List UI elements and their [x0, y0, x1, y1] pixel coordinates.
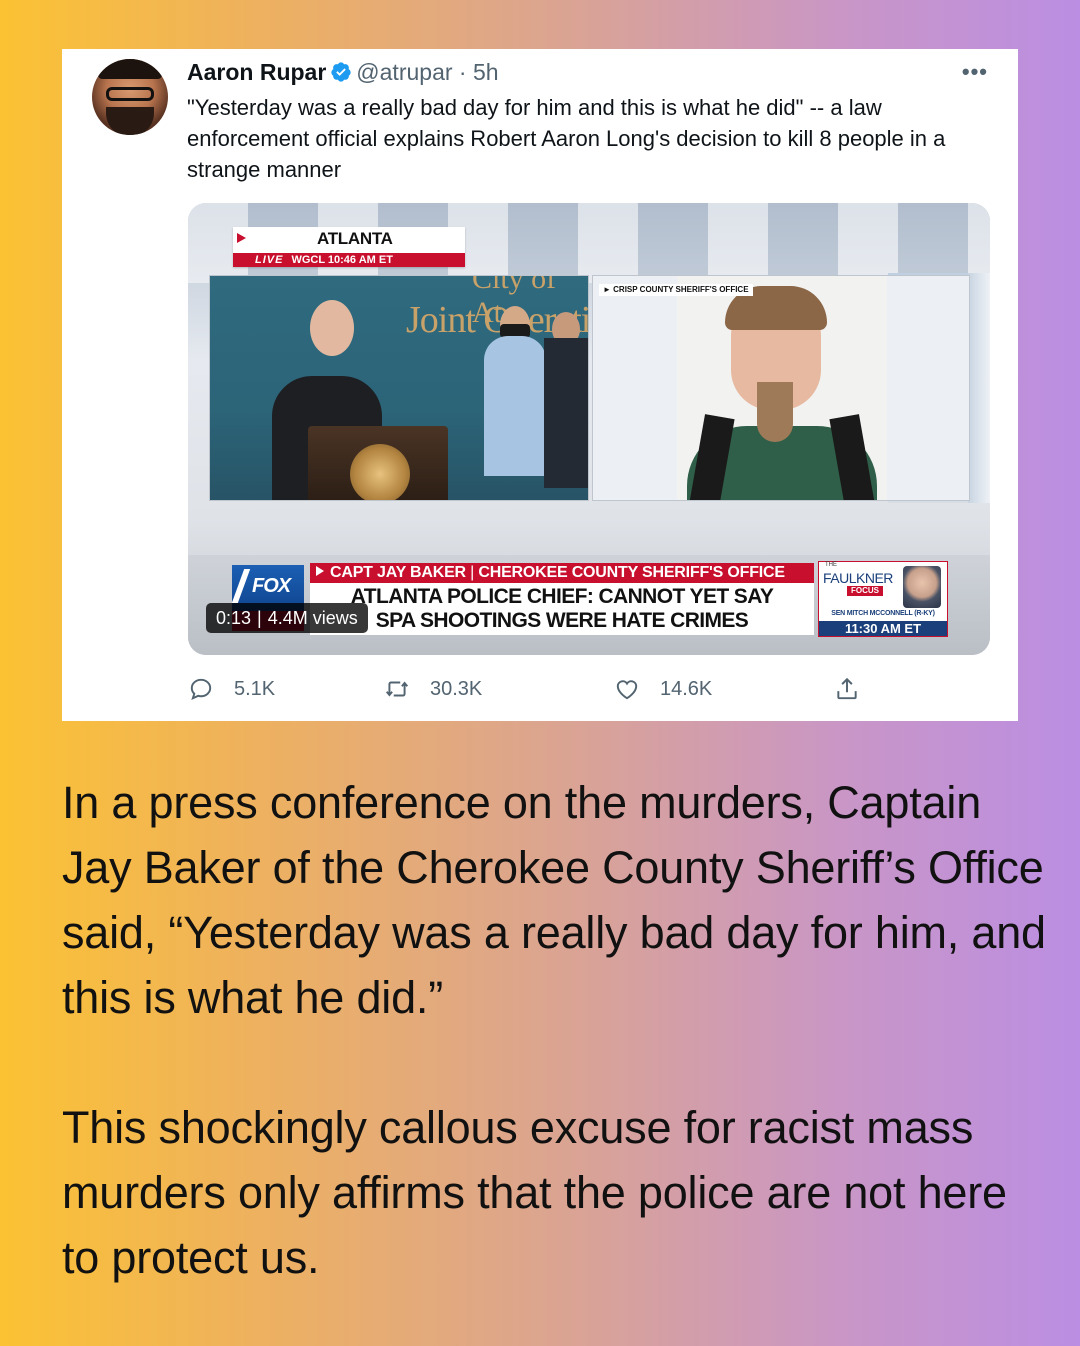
location-bar: LIVE WGCL 10:46 AM ET: [233, 253, 465, 267]
reply-button[interactable]: 5.1K: [188, 676, 275, 702]
show-focus: FOCUS: [847, 586, 883, 596]
share-button[interactable]: [834, 676, 880, 702]
show-guest: SEN MITCH MCCONNELL (R-KY): [831, 610, 935, 617]
chyron-headline: ATLANTA POLICE CHIEF: CANNOT YET SAY SPA…: [310, 583, 814, 635]
video-views: 4.4M views: [267, 608, 358, 628]
reply-count: 5.1K: [234, 677, 276, 700]
press-conference-feed: City of At Joint Operation: [209, 275, 589, 501]
mugshot-feed: ► CRISP COUNTY SHERIFF'S OFFICE: [592, 275, 970, 501]
author-handle[interactable]: @atrupar: [356, 59, 452, 85]
retweet-icon: [385, 681, 409, 697]
retweet-count: 30.3K: [430, 677, 483, 700]
author-name[interactable]: Aaron Rupar: [187, 59, 326, 85]
studio-column: [968, 273, 990, 503]
tweet-actions: 5.1K 30.3K 14.6K: [188, 676, 888, 706]
tweet-timestamp[interactable]: 5h: [473, 59, 499, 85]
mugshot-beard: [757, 382, 793, 442]
mugshot-source-label: ► CRISP COUNTY SHERIFF'S OFFICE: [599, 284, 753, 296]
caption-text: In a press conference on the murders, Ca…: [62, 770, 1052, 1290]
reply-icon: [190, 678, 212, 700]
chyron-title: CHEROKEE COUNTY SHERIFF'S OFFICE: [478, 564, 785, 581]
show-name: FAULKNER: [823, 570, 893, 586]
mugshot-source-text: CRISP COUNTY SHERIFF'S OFFICE: [613, 285, 749, 294]
logo-slash: [231, 569, 251, 603]
podium-seal: [350, 444, 410, 500]
tweet-header: Aaron Rupar @atrupar · 5h: [187, 59, 499, 86]
chyron-line-1: ATLANTA POLICE CHIEF: CANNOT YET SAY: [350, 585, 774, 608]
location-arrow-icon: [237, 233, 246, 243]
like-count: 14.6K: [660, 677, 713, 700]
share-icon: [837, 677, 857, 700]
mugshot-photo: [677, 276, 887, 500]
chyron-arrow-icon: [316, 566, 324, 576]
chyron-speaker: CAPT JAY BAKER: [330, 564, 466, 581]
like-button[interactable]: 14.6K: [614, 676, 712, 702]
avatar-hair: [98, 59, 162, 79]
show-the: THE: [825, 562, 837, 568]
location-tag: ATLANTA LIVE WGCL 10:46 AM ET: [233, 227, 465, 267]
verified-badge-icon: [331, 62, 351, 82]
video-duration-views: 0:13 | 4.4M views: [206, 603, 368, 633]
more-icon[interactable]: •••: [962, 59, 988, 85]
tweet-video[interactable]: City of At Joint Operation ► CRISP COUNT…: [188, 203, 990, 655]
location-city: ATLANTA: [317, 229, 393, 248]
show-bug: THE FAULKNER FOCUS SEN MITCH MCCONNELL (…: [818, 561, 948, 637]
tweet-card[interactable]: Aaron Rupar @atrupar · 5h ••• "Yesterday …: [62, 49, 1018, 721]
heart-icon: [616, 680, 638, 700]
caption-paragraph-2: This shockingly callous excuse for racis…: [62, 1102, 1007, 1283]
show-time: 11:30 AM ET: [819, 621, 947, 636]
retweet-button[interactable]: 30.3K: [384, 676, 482, 702]
officer-body: [484, 336, 546, 476]
chyron-speaker-bar: CAPT JAY BAKER | CHEROKEE COUNTY SHERIFF…: [310, 563, 814, 583]
badge-separator: |: [257, 608, 262, 628]
chyron-line-2: SPA SHOOTINGS WERE HATE CRIMES: [375, 609, 749, 632]
location-info: WGCL 10:46 AM ET: [291, 254, 393, 266]
speaker-head: [310, 300, 354, 356]
guest-photo: [903, 566, 941, 608]
caption-paragraph-1: In a press conference on the murders, Ca…: [62, 777, 1046, 1023]
tweet-text: "Yesterday was a really bad day for him …: [187, 95, 946, 182]
network-logo-text: FOX: [252, 575, 291, 597]
official-body: [544, 338, 588, 488]
video-duration: 0:13: [216, 608, 252, 628]
live-label: LIVE: [255, 254, 284, 266]
author-avatar[interactable]: [92, 59, 168, 135]
avatar-glasses: [106, 87, 154, 101]
chyron-separator: |: [470, 564, 475, 581]
avatar-beard: [106, 107, 154, 135]
timestamp-separator: ·: [452, 59, 473, 85]
